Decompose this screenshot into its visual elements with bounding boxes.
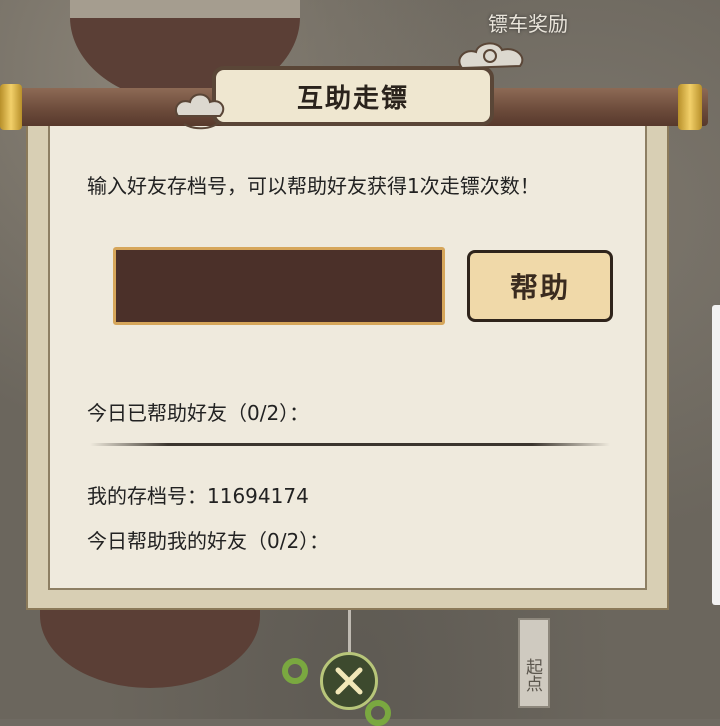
helped-today-label: 今日已帮助好友（0/2）： (87, 401, 310, 425)
divider (90, 443, 610, 446)
dialog-description: 输入好友存档号，可以帮助好友获得1次走镖次数！ (87, 174, 540, 198)
close-icon (335, 667, 363, 695)
scroll-rod-cap-right (678, 84, 702, 130)
side-edge-tab (712, 305, 720, 605)
cloud-ornament-icon (174, 93, 225, 130)
cloud-ornament-icon (458, 42, 524, 70)
friend-code-input[interactable] (113, 247, 445, 325)
swirl-decoration-icon (282, 658, 308, 684)
swirl-decoration-icon (365, 700, 391, 726)
close-button[interactable] (320, 652, 378, 710)
helped-me-today-label: 今日帮助我的好友（0/2）： (87, 529, 330, 553)
scroll-rod-cap-left (0, 84, 22, 130)
help-button[interactable]: 帮助 (467, 250, 613, 322)
reward-title: 镖车奖励 (488, 12, 568, 36)
start-marker-stone: 起点 (518, 618, 550, 708)
my-save-code: 我的存档号：11694174 (87, 484, 309, 508)
